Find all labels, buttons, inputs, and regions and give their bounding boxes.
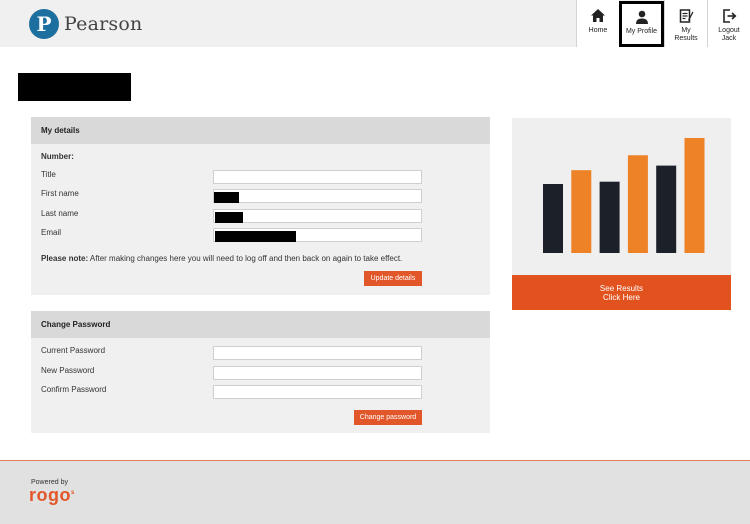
change-password-button[interactable]: Change password	[354, 410, 422, 425]
last-name-field[interactable]	[213, 209, 422, 223]
top-header: P Pearson Home My Profile My Results Log…	[0, 0, 750, 47]
rogo-logo[interactable]: rogos	[29, 485, 75, 506]
number-label: Number:	[41, 152, 74, 161]
see-results-line2: Click Here	[603, 292, 640, 302]
results-card: See Results Click Here	[512, 118, 731, 310]
my-details-heading: My details	[31, 117, 490, 144]
email-field[interactable]	[213, 228, 422, 242]
title-label: Title	[41, 170, 56, 179]
decorative-bar	[684, 138, 705, 253]
home-icon	[591, 9, 605, 22]
details-note-text: After making changes here you will need …	[88, 254, 403, 263]
redacted-email	[215, 231, 296, 242]
main-nav: Home My Profile My Results Logout Jack	[576, 0, 750, 47]
results-icon	[679, 9, 694, 23]
results-bar-graphic	[543, 138, 705, 253]
details-note: Please note: After making changes here y…	[41, 254, 481, 263]
new-password-field[interactable]	[213, 366, 422, 380]
decorative-bar	[571, 170, 592, 253]
nav-my-results[interactable]: My Results	[664, 0, 707, 47]
nav-logout[interactable]: Logout Jack	[707, 0, 750, 47]
details-note-bold: Please note:	[41, 254, 89, 263]
my-details-panel: My details Number: Title First name Last…	[31, 117, 490, 295]
change-password-heading: Change Password	[31, 311, 490, 338]
rogo-logo-text: rogo	[29, 485, 71, 505]
redacted-last-name	[215, 212, 243, 223]
confirm-password-label: Confirm Password	[41, 385, 107, 394]
decorative-bar	[543, 184, 563, 253]
nav-my-profile-label: My Profile	[625, 28, 658, 35]
title-field[interactable]	[213, 170, 422, 184]
new-password-label: New Password	[41, 366, 95, 375]
decorative-bar	[627, 155, 648, 253]
nav-my-profile[interactable]: My Profile	[619, 1, 664, 47]
pearson-logo-text: Pearson	[64, 12, 143, 35]
nav-home[interactable]: Home	[576, 0, 619, 47]
first-name-field[interactable]	[213, 189, 422, 203]
current-password-field[interactable]	[213, 346, 422, 360]
footer: Powered by rogos	[0, 460, 750, 524]
last-name-label: Last name	[41, 209, 79, 218]
redacted-page-title	[18, 73, 131, 101]
pearson-logo[interactable]: P Pearson	[29, 7, 142, 40]
see-results-button[interactable]: See Results Click Here	[512, 275, 731, 310]
rogo-logo-sup: s	[71, 490, 75, 496]
confirm-password-field[interactable]	[213, 385, 422, 399]
update-details-button[interactable]: Update details	[364, 271, 422, 286]
change-password-panel: Change Password Current Password New Pas…	[31, 311, 490, 433]
current-password-label: Current Password	[41, 346, 106, 355]
nav-home-label: Home	[588, 27, 608, 34]
user-icon	[635, 10, 648, 24]
decorative-bar	[599, 181, 620, 253]
nav-logout-label: Logout Jack	[718, 27, 740, 42]
see-results-line1: See Results	[599, 283, 644, 293]
redacted-first-name	[214, 192, 239, 203]
logout-icon	[723, 9, 737, 23]
decorative-bar	[656, 165, 677, 253]
email-label: Email	[41, 228, 62, 237]
nav-my-results-label: My Results	[674, 27, 698, 42]
first-name-label: First name	[41, 189, 79, 198]
pearson-logo-icon: P	[29, 8, 59, 39]
